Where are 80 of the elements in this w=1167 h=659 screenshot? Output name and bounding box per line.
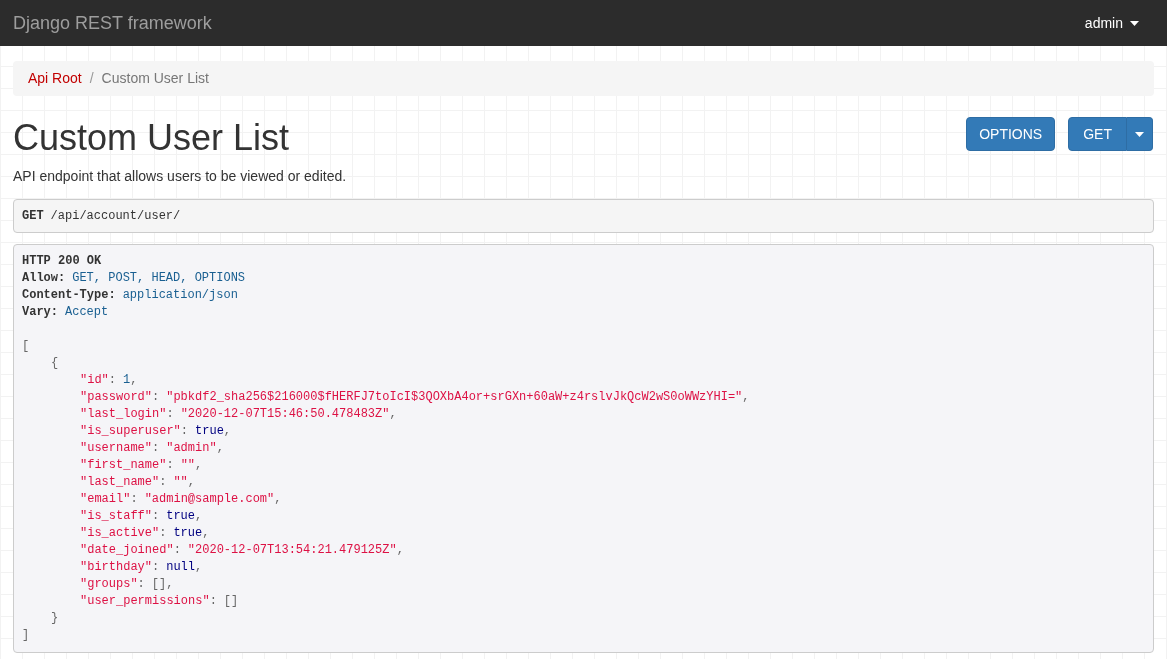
- json-brace: {: [51, 356, 59, 370]
- json-comma: ,: [742, 389, 750, 406]
- brand-link[interactable]: Django REST framework: [13, 9, 212, 37]
- json-value: "admin@sample.com": [144, 491, 275, 508]
- json-comma: ,: [195, 559, 203, 576]
- json-key: "last_name": [80, 474, 160, 491]
- json-key: "date_joined": [80, 542, 174, 559]
- json-value: null: [166, 559, 196, 576]
- header-value: GET, POST, HEAD, OPTIONS: [72, 270, 246, 287]
- json-key: "groups": [80, 576, 138, 593]
- json-comma: ,: [187, 474, 196, 491]
- json-value: []: [223, 593, 239, 610]
- json-colon: :: [152, 440, 160, 457]
- header-name: Allow:: [22, 270, 66, 287]
- breadcrumb-link[interactable]: Api Root: [28, 68, 82, 89]
- json-bracket: ]: [22, 628, 30, 642]
- page-title: Custom User List: [13, 118, 290, 158]
- json-comma: ,: [202, 525, 210, 542]
- caret-icon: [1130, 20, 1139, 26]
- json-value: true: [173, 525, 203, 542]
- json-colon: :: [173, 542, 181, 559]
- json-key: "is_staff": [80, 508, 152, 525]
- json-comma: ,: [396, 542, 404, 559]
- options-button[interactable]: OPTIONS: [966, 117, 1056, 151]
- json-colon: :: [130, 491, 138, 508]
- breadcrumb-separator: /: [88, 69, 95, 88]
- json-value: true: [195, 423, 224, 440]
- json-value: "admin": [166, 440, 217, 457]
- json-colon: :: [166, 457, 174, 474]
- caret-icon: [1135, 131, 1144, 137]
- breadcrumb-link[interactable]: Custom User List: [101, 68, 209, 89]
- json-key: "first_name": [80, 457, 167, 474]
- json-bracket: [: [22, 339, 30, 353]
- endpoint-description: API endpoint that allows users to be viewed or edited.: [13, 167, 348, 186]
- json-value: "": [180, 457, 196, 474]
- json-colon: :: [152, 508, 160, 525]
- json-key: "id": [80, 372, 109, 389]
- request-path: /api/account/user/: [50, 208, 181, 225]
- header-name: Vary:: [22, 304, 58, 321]
- response-status: HTTP 200 OK: [22, 254, 102, 268]
- json-value: "2020-12-07T13:54:21.479125Z": [187, 542, 397, 559]
- json-key: "user_permissions": [80, 593, 210, 610]
- json-colon: :: [159, 474, 167, 491]
- json-comma: ,: [274, 491, 282, 508]
- json-value: []: [151, 576, 167, 593]
- json-colon: :: [180, 423, 189, 440]
- json-key: "password": [80, 389, 152, 406]
- json-comma: ,: [195, 457, 203, 474]
- json-value: true: [166, 508, 196, 525]
- json-colon: :: [152, 559, 160, 576]
- json-colon: :: [209, 593, 217, 610]
- header-value: Accept: [65, 304, 109, 321]
- json-colon: :: [108, 372, 116, 389]
- json-value: "": [173, 474, 188, 491]
- json-colon: :: [159, 525, 167, 542]
- json-key: "last_login": [80, 406, 167, 423]
- json-key: "username": [80, 440, 152, 457]
- json-key: "is_active": [80, 525, 160, 542]
- json-comma: ,: [195, 508, 203, 525]
- request-method: GET: [22, 208, 44, 225]
- json-comma: ,: [166, 576, 174, 593]
- json-value: "2020-12-07T15:46:50.478483Z": [180, 406, 390, 423]
- json-key: "email": [80, 491, 131, 508]
- json-colon: :: [166, 406, 174, 423]
- user-menu[interactable]: admin: [1084, 12, 1154, 34]
- json-comma: ,: [130, 372, 138, 389]
- json-key: "is_superuser": [80, 423, 181, 440]
- json-colon: :: [137, 576, 145, 593]
- json-comma: ,: [216, 440, 224, 457]
- get-button[interactable]: GET: [1068, 117, 1127, 151]
- get-dropdown-button[interactable]: [1127, 117, 1153, 151]
- json-brace: }: [51, 611, 59, 625]
- json-comma: ,: [223, 423, 232, 440]
- header-name: Content-Type:: [22, 287, 116, 304]
- header-value: application/json: [122, 287, 238, 304]
- json-comma: ,: [389, 406, 397, 423]
- json-key: "birthday": [80, 559, 152, 576]
- json-colon: :: [152, 389, 160, 406]
- json-value: 1: [123, 372, 131, 389]
- json-value: "pbkdf2_sha256$216000$fHERFJ7toIcI$3QOXbA4or+srGXn+60aW+z4rslvJkQcW2wS0oWWzYHI=": [166, 389, 743, 406]
